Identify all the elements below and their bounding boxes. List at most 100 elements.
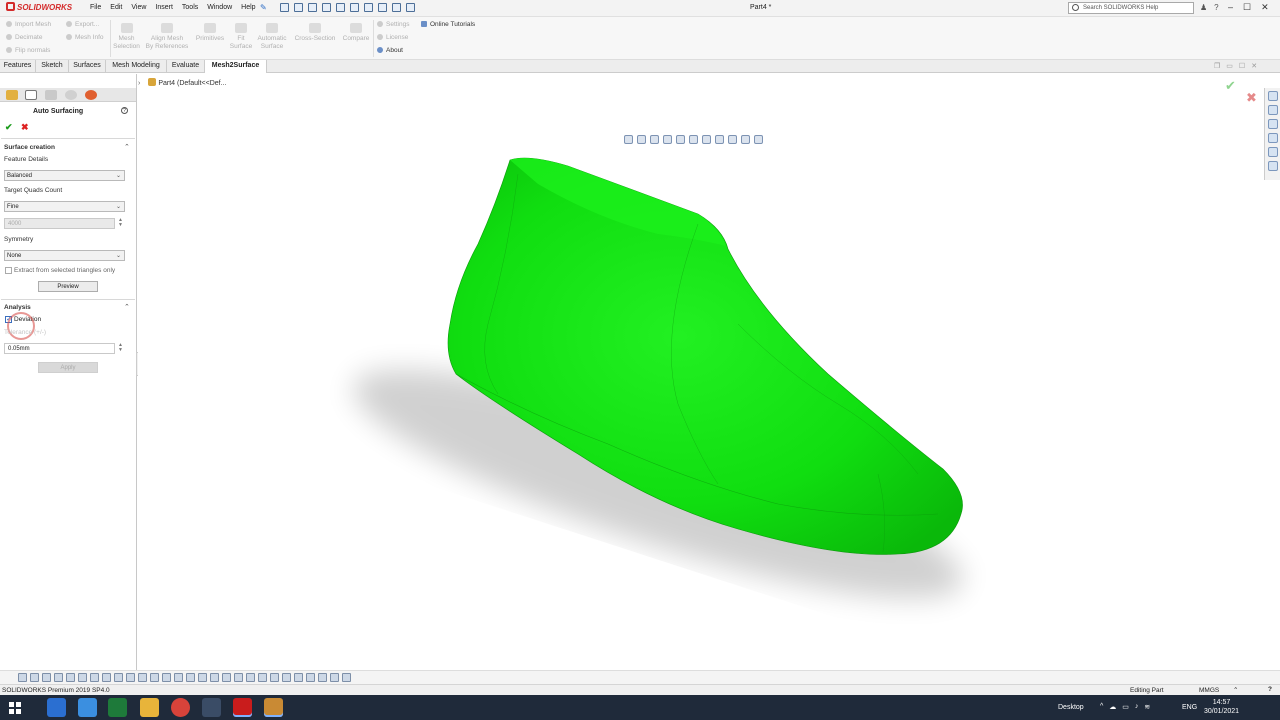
close-view-icon[interactable]: ✕ (1251, 62, 1257, 70)
rapid-sketch-icon[interactable] (318, 673, 327, 682)
solidworks-resources-icon[interactable] (1267, 91, 1278, 101)
edit-appearance-icon[interactable] (728, 135, 737, 144)
deviation-input[interactable]: 0.05mm (4, 343, 115, 354)
tray-overflow-icon[interactable]: ^ (1100, 703, 1103, 711)
line-icon[interactable] (42, 673, 51, 682)
settings-button[interactable]: Settings (377, 21, 410, 28)
point-icon[interactable] (234, 673, 243, 682)
feature-manager-icon[interactable] (6, 90, 18, 100)
flip-normals-button[interactable]: Flip normals (6, 47, 50, 54)
onedrive-icon[interactable]: ☁ (1109, 703, 1116, 711)
cross-section-button[interactable]: Cross-Section (292, 23, 338, 43)
symmetry-select[interactable]: None ⌄ (4, 250, 125, 261)
network-icon[interactable]: ≋ (1144, 703, 1150, 711)
tab-mesh-modeling[interactable]: Mesh Modeling (106, 60, 167, 73)
shaded-contours-icon[interactable] (342, 673, 351, 682)
polygon-icon[interactable] (102, 673, 111, 682)
composer-app-icon[interactable] (202, 698, 221, 717)
hide-show-items-icon[interactable] (715, 135, 724, 144)
collapse-caret-icon[interactable]: ⌃ (124, 303, 130, 311)
scale-icon[interactable] (198, 673, 207, 682)
circle-icon[interactable] (66, 673, 75, 682)
file-properties-icon[interactable] (392, 3, 401, 12)
battery-icon[interactable]: ▭ (1122, 703, 1129, 711)
outlook-icon[interactable] (47, 698, 66, 717)
feature-details-select[interactable]: Balanced ⌄ (4, 170, 125, 181)
selection-icon[interactable] (30, 673, 39, 682)
surface-creation-header[interactable]: Surface creation (4, 144, 55, 151)
appearances-icon[interactable] (1267, 147, 1278, 157)
extend-icon[interactable] (126, 673, 135, 682)
mesh-selection-button[interactable]: Mesh Selection (113, 23, 140, 51)
menu-insert[interactable]: Insert (155, 4, 173, 11)
menu-edit[interactable]: Edit (110, 4, 122, 11)
property-manager-icon[interactable] (25, 90, 37, 100)
previous-view-icon[interactable] (650, 135, 659, 144)
cancel-x-icon[interactable]: ✖ (21, 122, 29, 133)
view-palette-icon[interactable] (1267, 133, 1278, 143)
menu-file[interactable]: File (90, 4, 101, 11)
repair-icon[interactable] (294, 673, 303, 682)
minimize-icon[interactable]: – (1228, 2, 1233, 13)
volume-icon[interactable]: ♪ (1135, 703, 1139, 711)
tab-evaluate[interactable]: Evaluate (167, 60, 205, 73)
primitives-button[interactable]: Primitives (193, 23, 227, 43)
excel-icon[interactable] (108, 698, 127, 717)
display-manager-icon[interactable] (85, 90, 97, 100)
close-icon[interactable]: ✕ (1261, 2, 1269, 13)
move-icon[interactable] (174, 673, 183, 682)
rebuild-icon[interactable] (378, 3, 387, 12)
maximize-icon[interactable]: ☐ (1243, 2, 1251, 13)
tab-surfaces[interactable]: Surfaces (69, 60, 106, 73)
compare-button[interactable]: Compare (340, 23, 372, 43)
quads-count-input[interactable]: 4000 (4, 218, 115, 229)
quads-spinner[interactable]: ▲ ▼ (117, 218, 124, 229)
file-explorer-taskbar-icon[interactable] (140, 698, 159, 717)
zoom-area-icon[interactable] (637, 135, 646, 144)
smart-dimension-icon[interactable] (18, 673, 27, 682)
search-input[interactable]: Search SOLIDWORKS Help (1068, 2, 1194, 14)
solidworks-logo[interactable]: SOLIDWORKS (6, 2, 78, 15)
instant2d-icon[interactable] (330, 673, 339, 682)
offset-icon[interactable] (138, 673, 147, 682)
menu-view[interactable]: View (131, 4, 146, 11)
maximize-view-icon[interactable]: ☐ (1239, 62, 1245, 70)
solidworks-taskbar-icon[interactable] (233, 698, 252, 717)
rotate-icon[interactable] (186, 673, 195, 682)
recording-app-icon[interactable] (264, 698, 283, 717)
confirm-cancel-icon[interactable]: ✖ (1246, 90, 1257, 106)
desktop-toolbar[interactable]: Desktop (1058, 704, 1084, 711)
mirror-icon[interactable] (150, 673, 159, 682)
menu-tools[interactable]: Tools (182, 4, 198, 11)
tab-mesh2surface[interactable]: Mesh2Surface (205, 60, 267, 73)
confirm-ok-icon[interactable]: ✔ (1225, 78, 1236, 94)
chamfer-icon[interactable] (222, 673, 231, 682)
pin-icon[interactable]: ✎ (260, 3, 267, 12)
language-indicator[interactable]: ENG (1182, 704, 1197, 711)
display-style-icon[interactable] (702, 135, 711, 144)
open-folder-icon[interactable] (308, 3, 317, 12)
deviation-spinner[interactable]: ▲ ▼ (117, 343, 124, 354)
align-mesh-button[interactable]: Align Mesh By References (144, 23, 190, 51)
options-gear-icon[interactable] (406, 3, 415, 12)
centerline-icon[interactable] (246, 673, 255, 682)
home-icon[interactable] (280, 3, 289, 12)
chrome-icon[interactable] (171, 698, 190, 717)
save-icon[interactable] (322, 3, 331, 12)
online-tutorials-button[interactable]: Online Tutorials (421, 21, 475, 28)
fit-surface-button[interactable]: Fit Surface (228, 23, 254, 51)
section-view-icon[interactable] (663, 135, 672, 144)
spline-icon[interactable] (90, 673, 99, 682)
rectangle-icon[interactable] (54, 673, 63, 682)
custom-properties-icon[interactable] (1267, 161, 1278, 171)
collapse-caret-icon[interactable]: ⌃ (124, 143, 130, 151)
tab-features[interactable]: Features (0, 60, 36, 73)
tab-sketch[interactable]: Sketch (36, 60, 69, 73)
configuration-manager-icon[interactable] (45, 90, 57, 100)
print-icon[interactable] (336, 3, 345, 12)
trim-icon[interactable] (114, 673, 123, 682)
quick-snaps-icon[interactable] (306, 673, 315, 682)
windows-start-icon[interactable] (9, 702, 21, 714)
preview-button[interactable]: Preview (38, 281, 98, 292)
view-settings-icon[interactable] (754, 135, 763, 144)
